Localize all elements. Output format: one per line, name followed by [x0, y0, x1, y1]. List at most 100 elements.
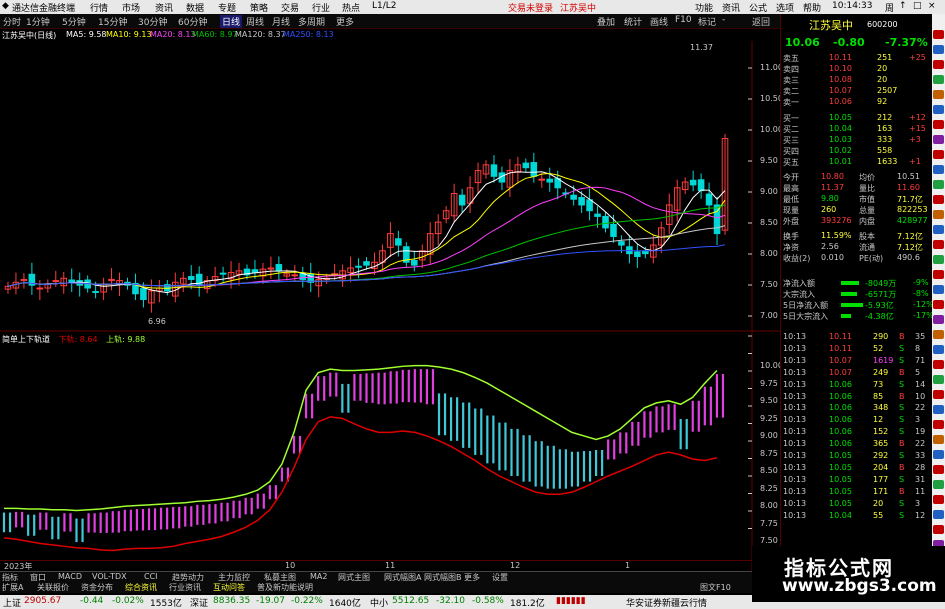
info-tab[interactable]: 行业资讯: [169, 582, 201, 593]
sidebar-tool-icon[interactable]: [933, 45, 944, 54]
sidebar-tool-icon[interactable]: [933, 150, 944, 159]
broker-server[interactable]: 华安证券新疆云行情: [626, 596, 707, 609]
period-tab-weekly[interactable]: 周线: [246, 15, 264, 28]
f10-tab[interactable]: 图文F10: [700, 582, 731, 593]
maximize-icon[interactable]: □: [913, 1, 922, 11]
stat-value: 71.7亿: [897, 195, 923, 204]
sidebar-tool-icon[interactable]: [933, 450, 944, 459]
sidebar-tool-icon[interactable]: [933, 270, 944, 279]
menu-item-topics[interactable]: 专题: [218, 1, 236, 14]
toolbar-back-button[interactable]: 返回: [752, 15, 770, 28]
menu-item-l1l2[interactable]: L1/L2: [372, 1, 397, 11]
menu-item-trade[interactable]: 交易: [281, 1, 299, 14]
period-tab-daily[interactable]: 日线: [220, 15, 243, 28]
tick-volume: 12: [873, 415, 884, 425]
sidebar-tool-icon[interactable]: [933, 375, 944, 384]
bid-row: 买五 10.01 1633 +1: [781, 157, 933, 168]
info-tab[interactable]: 资金分布: [81, 582, 113, 593]
stat-label: 均价: [859, 173, 875, 182]
sidebar-tool-icon[interactable]: [933, 105, 944, 114]
sidebar-tool-icon[interactable]: [933, 405, 944, 414]
sidebar-tool-icon[interactable]: [933, 285, 944, 294]
period-tab-more[interactable]: 更多: [336, 15, 354, 28]
sidebar-tool-icon[interactable]: [933, 30, 944, 39]
index-sz-label[interactable]: 深证: [190, 596, 208, 609]
menu-tool-news[interactable]: 资讯: [722, 1, 740, 14]
tick-price: 10.05: [829, 462, 852, 472]
sidebar-tool-icon[interactable]: [933, 525, 944, 534]
sidebar-tool-icon[interactable]: [933, 465, 944, 474]
tick-count: 8: [915, 343, 921, 353]
indicator-tab[interactable]: MACD: [58, 572, 82, 581]
info-tab[interactable]: 互动问答: [213, 582, 245, 593]
info-tab[interactable]: 扩展A: [2, 582, 23, 593]
sidebar-tool-icon[interactable]: [933, 495, 944, 504]
indicator-tab[interactable]: MA2: [310, 572, 327, 581]
chart-canvas[interactable]: [0, 41, 780, 571]
sidebar-tool-icon[interactable]: [933, 210, 944, 219]
toolbar-overlay-button[interactable]: 叠加: [597, 15, 615, 28]
toolbar-draw-button[interactable]: 画线: [650, 15, 668, 28]
sidebar-tool-icon[interactable]: [933, 225, 944, 234]
minimize-icon[interactable]: ↑: [899, 1, 907, 11]
menu-item-quotes[interactable]: 行情: [90, 1, 108, 14]
menu-item-news[interactable]: 资讯: [155, 1, 173, 14]
sidebar-tool-icon[interactable]: [933, 75, 944, 84]
sidebar-tool-icon[interactable]: [933, 300, 944, 309]
sidebar-tool-icon[interactable]: [933, 135, 944, 144]
sidebar-tool-icon[interactable]: [933, 255, 944, 264]
toolbar-mark-button[interactable]: 标记: [698, 15, 716, 28]
sidebar-tool-icon[interactable]: [933, 120, 944, 129]
sidebar-tool-icon[interactable]: [933, 330, 944, 339]
menu-tool-function[interactable]: 功能: [695, 1, 713, 14]
price-tick-label: 8.00: [760, 249, 778, 258]
info-tab[interactable]: 普及新功能说明: [257, 582, 313, 593]
index-zx-label[interactable]: 中小: [370, 596, 388, 609]
menu-item-industry[interactable]: 行业: [312, 1, 330, 14]
sidebar-tool-icon[interactable]: [933, 315, 944, 324]
indicator-tab[interactable]: CCI: [144, 572, 158, 581]
toolbar-stats-button[interactable]: 统计: [624, 15, 642, 28]
sidebar-tool-icon[interactable]: [933, 480, 944, 489]
period-tab-monthly[interactable]: 月线: [272, 15, 290, 28]
info-tab[interactable]: 综合资讯: [125, 582, 157, 593]
candle-body: [634, 251, 641, 258]
tick-volume: 249: [873, 367, 889, 377]
menu-tool-help[interactable]: 帮助: [803, 1, 821, 14]
bid-volume: 558: [877, 146, 893, 155]
sidebar-tool-icon[interactable]: [933, 360, 944, 369]
sidebar-tool-icon[interactable]: [933, 195, 944, 204]
period-tab-1min[interactable]: 1分钟: [26, 15, 50, 28]
candle-body: [586, 199, 593, 212]
sidebar-tool-icon[interactable]: [933, 345, 944, 354]
sidebar-tool-icon[interactable]: [933, 60, 944, 69]
info-tab[interactable]: 关联报价: [37, 582, 69, 593]
sidebar-tool-icon[interactable]: [933, 90, 944, 99]
period-tab-intraday[interactable]: 分时: [3, 15, 21, 28]
indicator-tab[interactable]: VOL-TDX: [92, 572, 127, 581]
clock-time: 10:14:33: [832, 1, 873, 11]
period-tab-30min[interactable]: 30分钟: [138, 15, 167, 28]
menu-item-strategy[interactable]: 策略: [250, 1, 268, 14]
menu-item-market[interactable]: 市场: [122, 1, 140, 14]
period-tab-15min[interactable]: 15分钟: [98, 15, 127, 28]
menu-item-hot[interactable]: 热点: [342, 1, 360, 14]
close-icon[interactable]: ×: [928, 1, 936, 11]
period-tab-5min[interactable]: 5分钟: [62, 15, 86, 28]
index-sh-label[interactable]: 上证: [3, 596, 21, 609]
trade-login-status[interactable]: 交易未登录: [508, 1, 553, 14]
period-tab-multi[interactable]: 多周期: [298, 15, 325, 28]
sidebar-tool-icon[interactable]: [933, 510, 944, 519]
sidebar-tool-icon[interactable]: [933, 165, 944, 174]
sidebar-tool-icon[interactable]: [933, 180, 944, 189]
menu-item-data[interactable]: 数据: [186, 1, 204, 14]
window-button-week[interactable]: 周: [885, 1, 894, 14]
period-tab-60min[interactable]: 60分钟: [178, 15, 207, 28]
menu-tool-formula[interactable]: 公式: [749, 1, 767, 14]
sidebar-tool-icon[interactable]: [933, 420, 944, 429]
sidebar-tool-icon[interactable]: [933, 435, 944, 444]
sidebar-tool-icon[interactable]: [933, 390, 944, 399]
toolbar-f10-button[interactable]: F10: [675, 15, 692, 25]
sidebar-tool-icon[interactable]: [933, 240, 944, 249]
menu-tool-options[interactable]: 选项: [776, 1, 794, 14]
